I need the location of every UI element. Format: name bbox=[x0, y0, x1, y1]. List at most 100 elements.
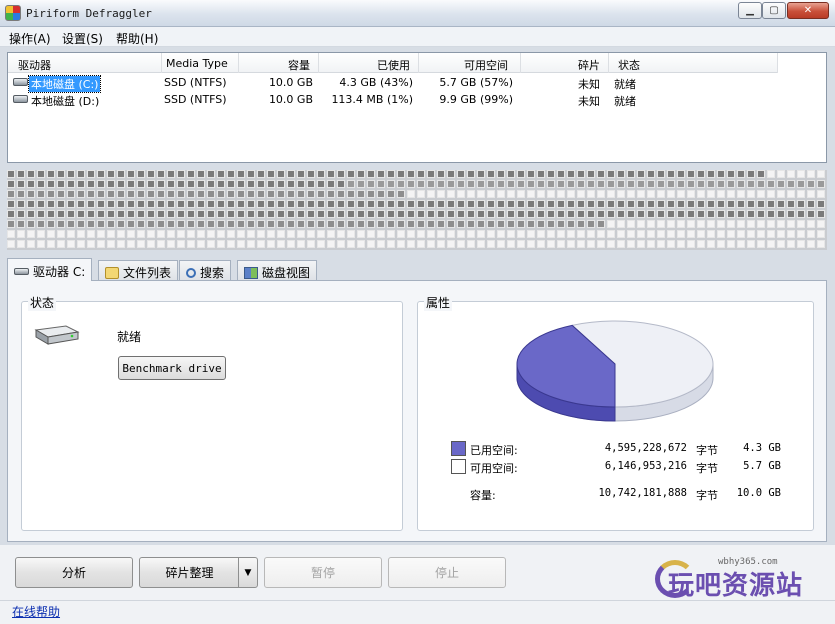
cluster-block bbox=[7, 240, 15, 248]
cluster-block bbox=[497, 180, 505, 188]
col-used[interactable]: 已使用 bbox=[377, 57, 410, 73]
cluster-block bbox=[37, 230, 45, 238]
cluster-block bbox=[817, 200, 825, 208]
stop-button[interactable]: 停止 bbox=[388, 557, 506, 588]
cluster-block bbox=[587, 220, 595, 228]
cluster-block bbox=[487, 170, 495, 178]
cluster-block bbox=[737, 230, 745, 238]
drive-list[interactable]: 驱动器 Media Type 容量 已使用 可用空间 碎片 状态 本地磁盘 (C… bbox=[7, 52, 827, 163]
cluster-block bbox=[27, 180, 35, 188]
cluster-block bbox=[417, 180, 425, 188]
cluster-block bbox=[637, 220, 645, 228]
cluster-block bbox=[317, 220, 325, 228]
cluster-block bbox=[587, 230, 595, 238]
cluster-block bbox=[527, 190, 535, 198]
tab-label: 驱动器 C: bbox=[33, 265, 86, 279]
cluster-block bbox=[497, 220, 505, 228]
cluster-block bbox=[247, 170, 255, 178]
tab-disk-view[interactable]: 磁盘视图 bbox=[237, 260, 318, 281]
capacity-unit: 字节 bbox=[696, 489, 718, 502]
defrag-button[interactable]: 碎片整理 bbox=[139, 557, 240, 588]
used-space-swatch bbox=[451, 441, 466, 456]
cluster-block bbox=[187, 170, 195, 178]
cluster-block bbox=[527, 180, 535, 188]
cluster-block bbox=[677, 240, 685, 248]
properties-group-title: 属性 bbox=[424, 294, 453, 311]
cluster-block bbox=[797, 220, 805, 228]
cluster-block bbox=[467, 180, 475, 188]
cluster-block bbox=[337, 190, 345, 198]
cluster-block bbox=[327, 170, 335, 178]
cluster-block bbox=[657, 230, 665, 238]
cluster-block bbox=[277, 210, 285, 218]
cluster-block bbox=[167, 240, 175, 248]
tab-search[interactable]: 搜索 bbox=[179, 260, 232, 281]
cluster-block bbox=[117, 240, 125, 248]
col-fragmentation[interactable]: 碎片 bbox=[578, 57, 600, 73]
minimize-icon: ▁ bbox=[746, 5, 754, 16]
cluster-block bbox=[187, 190, 195, 198]
cluster-block bbox=[17, 230, 25, 238]
cluster-block bbox=[657, 240, 665, 248]
cluster-block bbox=[557, 230, 565, 238]
drive-row-d[interactable]: 本地磁盘 (D:) SSD (NTFS) 10.0 GB 113.4 MB (1… bbox=[8, 91, 778, 108]
pause-button[interactable]: 暂停 bbox=[264, 557, 382, 588]
cluster-block bbox=[257, 190, 265, 198]
cluster-block bbox=[307, 240, 315, 248]
cluster-block bbox=[727, 210, 735, 218]
cluster-block bbox=[627, 190, 635, 198]
cluster-block bbox=[237, 210, 245, 218]
tab-file-list[interactable]: 文件列表 bbox=[98, 260, 179, 281]
cluster-block bbox=[367, 220, 375, 228]
online-help-link[interactable]: 在线帮助 bbox=[12, 603, 60, 620]
cluster-block bbox=[157, 230, 165, 238]
drive-row-c[interactable]: 本地磁盘 (C:) SSD (NTFS) 10.0 GB 4.3 GB (43%… bbox=[8, 74, 778, 93]
menu-settings[interactable]: 设置(S) bbox=[62, 30, 103, 47]
cluster-block bbox=[57, 240, 65, 248]
cluster-block bbox=[727, 200, 735, 208]
cluster-block bbox=[717, 190, 725, 198]
cluster-block bbox=[157, 240, 165, 248]
menu-action[interactable]: 操作(A) bbox=[9, 30, 51, 47]
cluster-block bbox=[607, 210, 615, 218]
cluster-block bbox=[217, 230, 225, 238]
cluster-block bbox=[477, 190, 485, 198]
cluster-block bbox=[257, 180, 265, 188]
cluster-block bbox=[667, 190, 675, 198]
cluster-block bbox=[477, 210, 485, 218]
benchmark-drive-button[interactable]: Benchmark drive bbox=[118, 356, 226, 380]
cluster-block bbox=[387, 200, 395, 208]
maximize-button[interactable]: ▢ bbox=[762, 2, 786, 19]
close-button[interactable]: ✕ bbox=[787, 2, 829, 19]
cluster-block bbox=[467, 210, 475, 218]
cluster-block bbox=[207, 170, 215, 178]
analyze-button[interactable]: 分析 bbox=[15, 557, 133, 588]
cluster-block bbox=[737, 210, 745, 218]
col-drive[interactable]: 驱动器 bbox=[18, 57, 51, 73]
cluster-block bbox=[377, 240, 385, 248]
cluster-block bbox=[697, 210, 705, 218]
cluster-block bbox=[487, 230, 495, 238]
cluster-block bbox=[147, 230, 155, 238]
cluster-block bbox=[107, 170, 115, 178]
defrag-dropdown-button[interactable]: ▼ bbox=[238, 557, 258, 588]
tab-drive-c[interactable]: 驱动器 C: bbox=[7, 258, 93, 281]
minimize-button[interactable]: ▁ bbox=[738, 2, 762, 19]
col-media-type[interactable]: Media Type bbox=[166, 57, 228, 70]
cluster-block bbox=[467, 200, 475, 208]
cluster-block bbox=[577, 190, 585, 198]
cluster-block bbox=[37, 190, 45, 198]
col-status[interactable]: 状态 bbox=[618, 57, 640, 73]
cluster-block bbox=[647, 230, 655, 238]
col-capacity[interactable]: 容量 bbox=[288, 57, 310, 73]
cluster-block bbox=[157, 190, 165, 198]
menu-help[interactable]: 帮助(H) bbox=[116, 30, 158, 47]
cluster-block bbox=[537, 180, 545, 188]
free-space-bytes: 6,146,953,216 bbox=[604, 460, 687, 472]
col-free[interactable]: 可用空间 bbox=[464, 57, 508, 73]
cluster-block bbox=[287, 190, 295, 198]
cluster-block bbox=[97, 180, 105, 188]
cluster-block bbox=[387, 190, 395, 198]
cluster-block bbox=[227, 180, 235, 188]
cluster-map[interactable] bbox=[7, 170, 827, 250]
